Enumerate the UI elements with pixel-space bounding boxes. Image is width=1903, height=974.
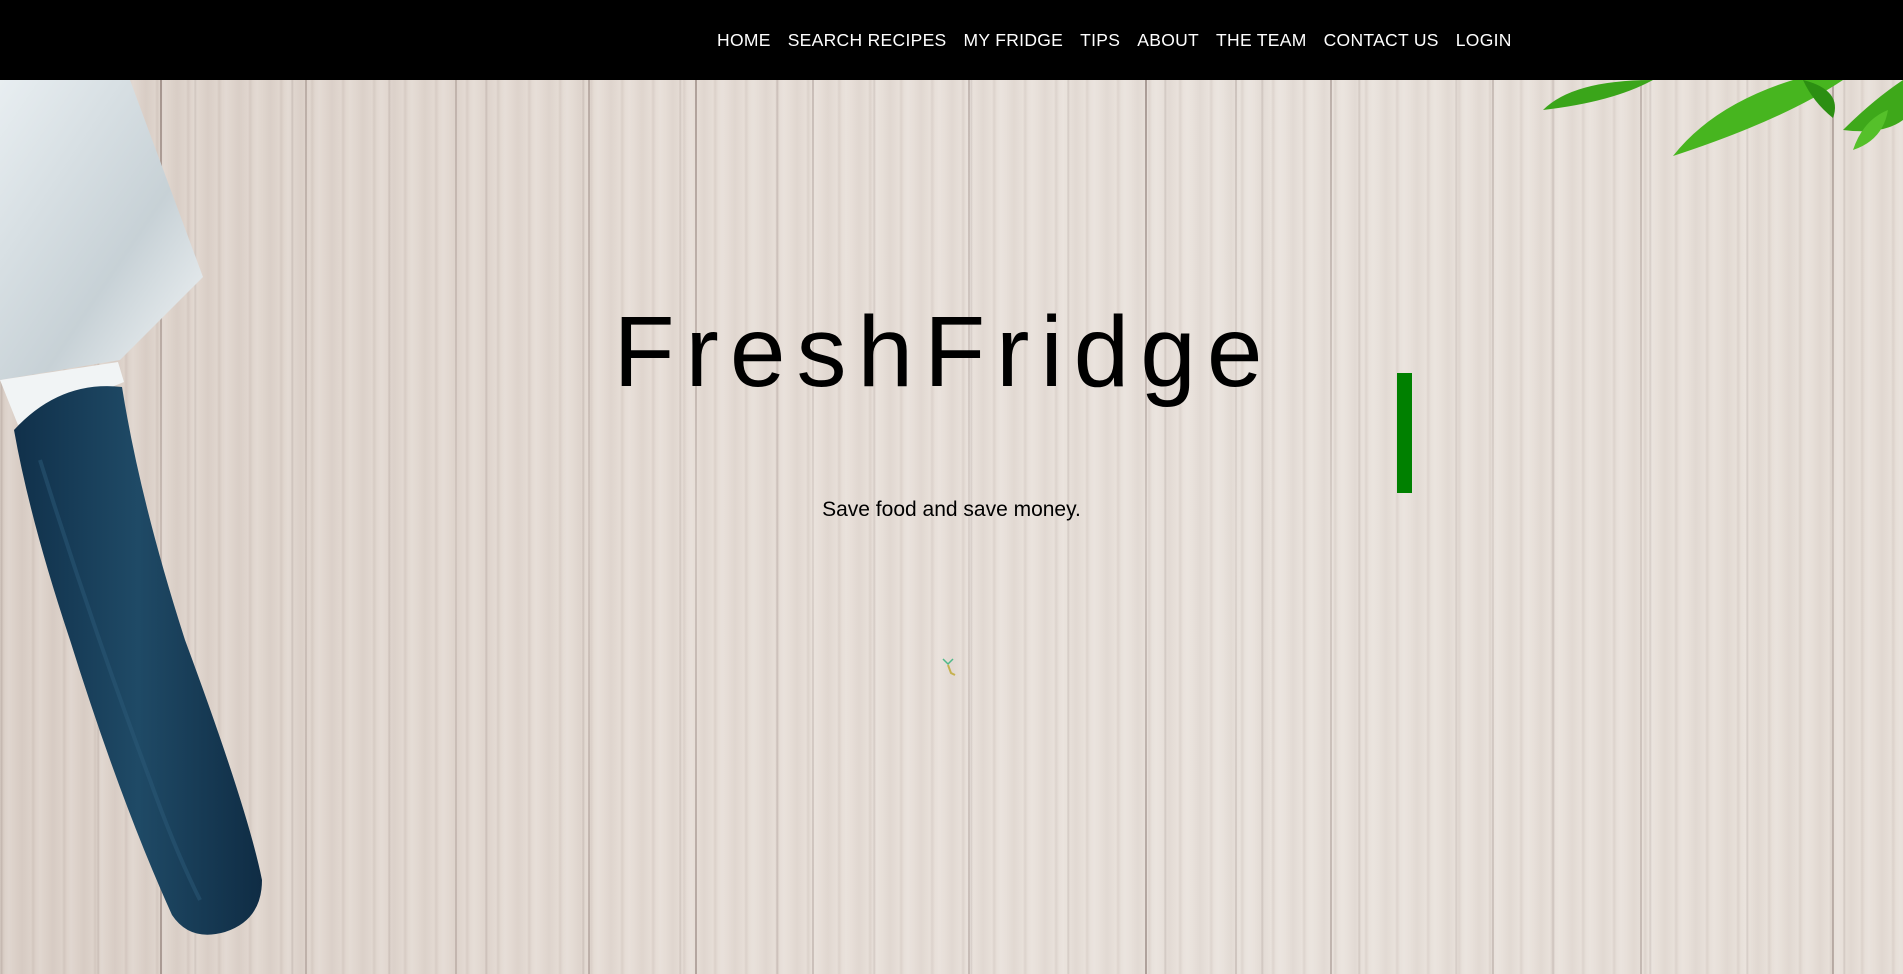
wood-grain-line: [695, 80, 697, 974]
nav-tips-link[interactable]: TIPS: [1080, 30, 1120, 51]
nav-search-recipes-link[interactable]: SEARCH RECIPES: [788, 30, 947, 51]
wood-grain-line: [305, 80, 307, 974]
chevron-down-icon[interactable]: [940, 655, 964, 685]
wood-grain-line: [1832, 80, 1834, 974]
wood-grain-line: [1640, 80, 1642, 974]
wood-grain-line: [1492, 80, 1494, 974]
nav-my-fridge-link[interactable]: MY FRIDGE: [964, 30, 1064, 51]
wood-grain-line: [455, 80, 457, 974]
wood-grain-line: [1235, 80, 1237, 974]
nav-home-link[interactable]: HOME: [717, 30, 771, 51]
nav-the-team-link[interactable]: THE TEAM: [1216, 30, 1307, 51]
typing-cursor: [1397, 373, 1412, 493]
wood-grain-line: [588, 80, 590, 974]
site-title: FreshFridge: [613, 296, 1274, 408]
top-navbar: HOME SEARCH RECIPES MY FRIDGE TIPS ABOUT…: [0, 0, 1903, 80]
nav-login-link[interactable]: LOGIN: [1456, 30, 1512, 51]
hero-title-wrap: FreshFridge: [0, 302, 1903, 402]
site-tagline: Save food and save money.: [822, 498, 1081, 521]
wood-grain-line: [1145, 80, 1147, 974]
nav-contact-us-link[interactable]: CONTACT US: [1324, 30, 1439, 51]
nav-menu: HOME SEARCH RECIPES MY FRIDGE TIPS ABOUT…: [717, 0, 1529, 80]
hero-section: [0, 80, 1903, 974]
wood-grain-line: [812, 80, 814, 974]
wood-grain-line: [968, 80, 970, 974]
nav-about-link[interactable]: ABOUT: [1137, 30, 1199, 51]
wood-grain-line: [1330, 80, 1332, 974]
herb-leaves-image: [1543, 80, 1903, 156]
